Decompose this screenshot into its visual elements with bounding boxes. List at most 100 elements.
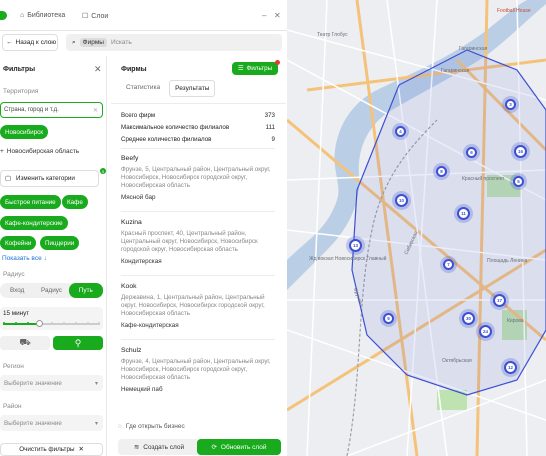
map-cluster[interactable]: 8 bbox=[436, 166, 447, 177]
stat-row: Всего фирм 373 bbox=[121, 112, 275, 119]
bulb-icon: ◌ bbox=[118, 423, 122, 430]
slider-tick bbox=[3, 322, 5, 325]
results-panel: Фирмы ☰ Фильтры Статистика Результаты Вс… bbox=[111, 56, 286, 456]
map-cluster[interactable]: 6 bbox=[466, 147, 477, 158]
category-icon: ▢ bbox=[5, 175, 11, 182]
slider-tick bbox=[15, 322, 17, 325]
chip-category[interactable]: Пиццерии bbox=[40, 236, 80, 250]
region-item[interactable]: + Новосибирская область bbox=[0, 148, 79, 155]
minimize-icon[interactable]: – bbox=[262, 11, 266, 20]
slider-handle[interactable] bbox=[36, 320, 44, 327]
stat-row: Среднее количество филиалов 9 bbox=[121, 136, 275, 143]
chip-category[interactable]: Кафе-кондитерские bbox=[0, 216, 68, 230]
map[interactable]: Гагаринская Гагаринская Красный проспект… bbox=[287, 0, 546, 456]
firm-name: Schulz bbox=[121, 347, 142, 354]
firm-address: Державина, 1, Центральный район, Централ… bbox=[121, 294, 265, 318]
slider-tick bbox=[98, 322, 100, 325]
slider-tick bbox=[51, 322, 53, 325]
mode-path[interactable]: Путь bbox=[68, 283, 103, 298]
how-open-link[interactable]: ◌ Где открыть бизнес bbox=[118, 423, 185, 430]
clear-icon[interactable]: ✕ bbox=[93, 107, 98, 114]
firm-address: Красный проспект, 40, Центральный район,… bbox=[121, 230, 258, 254]
chip-novosibirsk[interactable]: Новосибирск bbox=[0, 125, 49, 139]
firm-name: Kuzina bbox=[121, 219, 142, 226]
back-button[interactable]: ← Назад к слою bbox=[2, 34, 58, 51]
close-icon[interactable]: ✕ bbox=[274, 11, 281, 20]
map-cluster[interactable]: 13 bbox=[349, 239, 362, 252]
map-cluster[interactable]: 3 bbox=[505, 99, 516, 110]
chip-category[interactable]: Быстрое питание bbox=[0, 195, 61, 209]
slider-tick bbox=[63, 322, 65, 325]
firm-name: Beefy bbox=[121, 155, 139, 162]
filters-indicator bbox=[275, 60, 280, 65]
firm-card[interactable]: Beefy Фрунзе, 5, Центральный район, Цент… bbox=[121, 155, 278, 201]
district-select[interactable]: Выберите значение ▾ bbox=[0, 415, 103, 431]
close-icon[interactable]: ✕ bbox=[94, 64, 102, 75]
time-slider-box: 15 минут bbox=[0, 307, 103, 330]
update-layer-button[interactable]: ⟳ Обновить слой bbox=[197, 439, 281, 455]
firm-address: Фрунзе, 5, Центральный район, Центральны… bbox=[121, 166, 271, 190]
firm-category: Кондитерская bbox=[121, 258, 162, 266]
map-cluster[interactable]: 4 bbox=[395, 126, 406, 137]
edit-categories-button[interactable]: ▢ Изменить категории bbox=[0, 170, 99, 187]
search-chip[interactable]: Фирмы bbox=[79, 38, 107, 47]
categories-count-badge: 5 bbox=[100, 168, 106, 174]
mode-enter[interactable]: Вход bbox=[0, 283, 34, 298]
map-cluster[interactable]: 9 bbox=[383, 313, 394, 324]
radius-mode-switch[interactable]: Вход Радиус Путь bbox=[0, 283, 103, 298]
firm-card[interactable]: Kook Державина, 1, Центральный район, Це… bbox=[121, 283, 278, 329]
territory-field[interactable]: Страна, город и т.д. ✕ bbox=[0, 102, 103, 118]
create-layer-button[interactable]: ≋ Создать слой bbox=[118, 439, 200, 455]
slider-tick bbox=[87, 322, 89, 325]
filters-button[interactable]: ☰ Фильтры bbox=[232, 62, 278, 75]
map-label: Гагаринская bbox=[459, 46, 488, 52]
close-icon: ✕ bbox=[78, 446, 84, 453]
map-cluster[interactable]: 24 bbox=[479, 325, 492, 338]
divider bbox=[121, 339, 275, 340]
map-label: Театр Глобус bbox=[317, 32, 348, 38]
refresh-icon: ⟳ bbox=[211, 444, 217, 451]
search-icon: ⌕ bbox=[72, 38, 76, 46]
show-all-link[interactable]: Показать все ↓ bbox=[2, 255, 47, 262]
slider-fill bbox=[3, 323, 40, 325]
territory-label: Территория bbox=[3, 88, 39, 95]
map-cluster[interactable]: 5 bbox=[513, 176, 524, 187]
time-label: 15 минут bbox=[3, 310, 30, 317]
firm-card[interactable]: Kuzina Красный проспект, 40, Центральный… bbox=[121, 219, 278, 265]
stat-row: Максимальное количество филиалов 111 bbox=[121, 124, 275, 131]
transport-mode-row: ⛟ ⚲ bbox=[0, 336, 103, 350]
map-label: Гагаринская bbox=[441, 68, 470, 74]
map-roads bbox=[287, 0, 546, 456]
map-cluster[interactable]: 10 bbox=[395, 194, 408, 207]
map-cluster[interactable]: 17 bbox=[493, 294, 506, 307]
divider bbox=[121, 275, 275, 276]
tab-library[interactable]: ⌂ Библиотека bbox=[20, 12, 65, 19]
map-cluster[interactable]: 11 bbox=[457, 207, 470, 220]
app-logo[interactable] bbox=[0, 11, 7, 20]
region-select[interactable]: Выберите значение ▾ bbox=[0, 375, 103, 391]
walk-icon[interactable]: ⚲ bbox=[53, 336, 103, 350]
map-cluster[interactable]: 30 bbox=[462, 312, 475, 325]
tab-statistics[interactable]: Статистика bbox=[121, 80, 165, 97]
filters-panel: Фильтры ✕ Территория Страна, город и т.д… bbox=[0, 56, 107, 456]
district-label: Район bbox=[3, 403, 22, 410]
chevron-down-icon: ▾ bbox=[94, 380, 98, 387]
layers-icon: ≋ bbox=[133, 444, 140, 451]
chip-category[interactable]: Кофейни bbox=[0, 236, 37, 250]
clear-filters-button[interactable]: Очистить фильтры ✕ bbox=[0, 443, 103, 456]
time-slider[interactable] bbox=[3, 320, 100, 327]
map-label: Октябрьская bbox=[442, 358, 472, 364]
map-cluster[interactable]: 16 bbox=[514, 145, 527, 158]
firm-card[interactable]: Schulz Фрунзе, 4, Центральный район, Цен… bbox=[121, 347, 278, 393]
car-icon[interactable]: ⛟ bbox=[0, 336, 50, 350]
results-tabs: Статистика Результаты bbox=[121, 80, 216, 97]
map-label: Football House bbox=[497, 8, 531, 14]
map-cluster[interactable]: 7 bbox=[443, 259, 454, 270]
chip-category[interactable]: Кафе bbox=[62, 195, 88, 209]
tab-layers[interactable]: ☐ Слои bbox=[82, 12, 108, 21]
map-cluster[interactable]: 12 bbox=[504, 361, 517, 374]
panel-title: Фильтры bbox=[3, 66, 36, 73]
search-input[interactable]: ⌕ Фирмы Искать bbox=[66, 34, 282, 51]
mode-radius[interactable]: Радиус bbox=[34, 283, 68, 298]
tab-results[interactable]: Результаты bbox=[169, 80, 216, 97]
